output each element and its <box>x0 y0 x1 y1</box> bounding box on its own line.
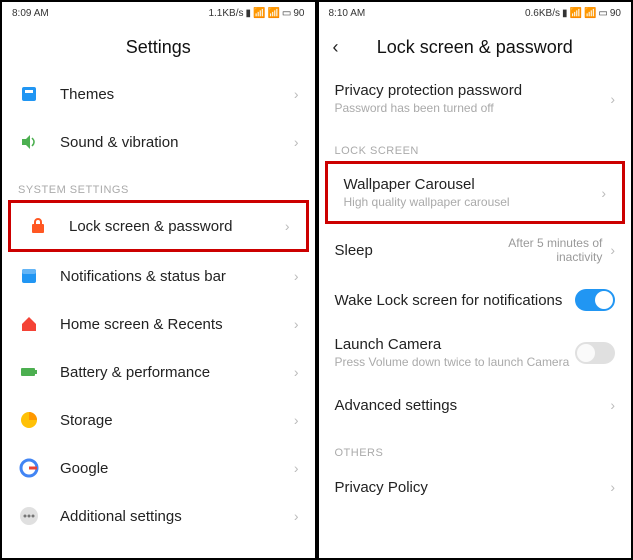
row-sleep[interactable]: Sleep After 5 minutes of inactivity › <box>319 224 632 276</box>
chevron-right-icon: › <box>610 397 615 413</box>
chevron-right-icon: › <box>294 268 299 284</box>
row-battery[interactable]: Battery & performance › <box>2 348 315 396</box>
themes-icon <box>18 83 40 105</box>
storage-icon <box>18 409 40 431</box>
row-launch-camera[interactable]: Launch Camera Press Volume down twice to… <box>319 324 632 381</box>
chevron-right-icon: › <box>610 91 615 107</box>
battery-icon: ▭ <box>598 8 607 19</box>
lock-icon <box>27 215 49 237</box>
status-right: 0.6KB/s ▮ 📶 📶 ▭ 90 <box>525 8 621 19</box>
section-system-settings: SYSTEM SETTINGS <box>2 166 315 200</box>
sim-icon: ▮ <box>246 8 252 19</box>
battery-icon: ▭ <box>282 8 291 19</box>
section-others: OTHERS <box>319 429 632 463</box>
status-bar: 8:09 AM 1.1KB/s ▮ 📶 📶 ▭ 90 <box>2 2 315 24</box>
launch-camera-toggle[interactable] <box>575 342 615 364</box>
row-notifications[interactable]: Notifications & status bar › <box>2 252 315 300</box>
back-button[interactable]: ‹ <box>333 37 339 58</box>
chevron-right-icon: › <box>294 316 299 332</box>
chevron-right-icon: › <box>294 508 299 524</box>
chevron-right-icon: › <box>285 218 290 234</box>
sim-icon: ▮ <box>562 8 568 19</box>
status-bar: 8:10 AM 0.6KB/s ▮ 📶 📶 ▭ 90 <box>319 2 632 24</box>
row-sound[interactable]: Sound & vibration › <box>2 118 315 166</box>
row-storage[interactable]: Storage › <box>2 396 315 444</box>
settings-header: Settings <box>2 24 315 70</box>
chevron-right-icon: › <box>294 86 299 102</box>
lockscreen-header: ‹ Lock screen & password <box>319 24 632 70</box>
signal-icon: 📶 <box>253 8 265 19</box>
row-themes[interactable]: Themes › <box>2 70 315 118</box>
row-lock-screen-password[interactable]: Lock screen & password › <box>8 200 309 252</box>
row-home-recents[interactable]: Home screen & Recents › <box>2 300 315 348</box>
chevron-right-icon: › <box>294 134 299 150</box>
chevron-right-icon: › <box>294 460 299 476</box>
row-google[interactable]: Google › <box>2 444 315 492</box>
chevron-right-icon: › <box>294 364 299 380</box>
page-title: Settings <box>126 37 191 58</box>
page-title: Lock screen & password <box>377 37 573 58</box>
wifi-icon: 📶 <box>267 8 279 19</box>
chevron-right-icon: › <box>610 242 615 258</box>
lockscreen-panel: 8:10 AM 0.6KB/s ▮ 📶 📶 ▭ 90 ‹ Lock screen… <box>317 0 633 560</box>
status-right: 1.1KB/s ▮ 📶 📶 ▭ 90 <box>208 8 304 19</box>
status-time: 8:10 AM <box>329 8 366 19</box>
chevron-right-icon: › <box>610 479 615 495</box>
section-lock-screen: LOCK SCREEN <box>319 127 632 161</box>
battery-perf-icon <box>18 361 40 383</box>
chevron-right-icon: › <box>294 412 299 428</box>
wake-lock-toggle[interactable] <box>575 289 615 311</box>
row-wake-lock-notif[interactable]: Wake Lock screen for notifications <box>319 276 632 324</box>
row-additional[interactable]: Additional settings › <box>2 492 315 540</box>
sound-icon <box>18 131 40 153</box>
chevron-right-icon: › <box>601 185 606 201</box>
more-icon <box>18 505 40 527</box>
row-privacy-password[interactable]: Privacy protection password Password has… <box>319 70 632 127</box>
wifi-icon: 📶 <box>584 8 596 19</box>
home-icon <box>18 313 40 335</box>
google-icon <box>18 457 40 479</box>
status-time: 8:09 AM <box>12 8 49 19</box>
row-advanced-settings[interactable]: Advanced settings › <box>319 381 632 429</box>
settings-panel: 8:09 AM 1.1KB/s ▮ 📶 📶 ▭ 90 Settings Them… <box>0 0 317 560</box>
notifications-icon <box>18 265 40 287</box>
row-privacy-policy[interactable]: Privacy Policy › <box>319 463 632 511</box>
row-wallpaper-carousel[interactable]: Wallpaper Carousel High quality wallpape… <box>325 161 626 224</box>
sleep-value: After 5 minutes of inactivity <box>482 236 602 264</box>
signal-icon: 📶 <box>570 8 582 19</box>
